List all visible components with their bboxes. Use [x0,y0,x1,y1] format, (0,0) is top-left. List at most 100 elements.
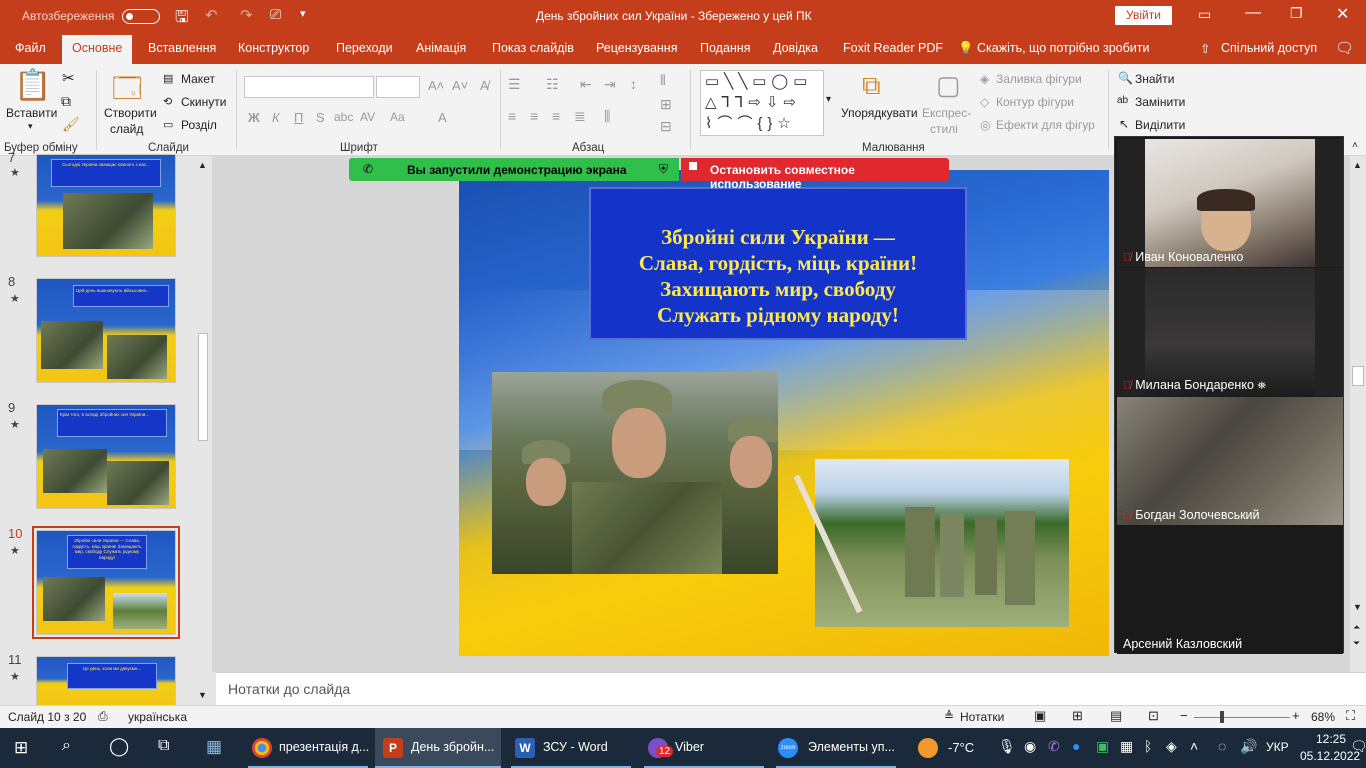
taskbar-powerpoint[interactable]: P День збройн... [375,728,501,768]
zoom-slider-thumb[interactable] [1220,711,1224,723]
paste-button[interactable]: Вставити [6,106,57,120]
weather-icon[interactable] [918,738,938,758]
slide-thumbnail-8[interactable]: Цей день вшановують військових... [36,278,176,383]
align-center-icon[interactable]: ≡ [530,108,538,124]
underline-icon[interactable]: П [294,110,303,125]
previous-slide-icon[interactable]: ⏶ [1353,622,1360,633]
autosave-toggle[interactable] [122,9,160,24]
shape-effects-button[interactable]: Ефекти для фігур [996,118,1095,132]
soldiers-photo[interactable] [492,372,778,574]
quick-styles-button-line2[interactable]: стилі [930,122,958,136]
tab-slideshow[interactable]: Показ слайдів [492,41,574,55]
participant-video[interactable]: 🎙̸ Иван Коноваленко [1117,139,1343,267]
scroll-down-icon[interactable]: ▼ [1353,602,1362,612]
calculator-icon[interactable]: ▦ [206,737,222,757]
taskbar-chrome[interactable]: презентація д... [244,728,372,768]
minimize-icon[interactable]: — [1245,4,1261,22]
next-slide-icon[interactable]: ⏷ [1353,638,1360,649]
comments-icon[interactable]: 🗨 [1335,39,1354,57]
normal-view-icon[interactable]: ▣ [1034,708,1046,724]
text-direction-icon[interactable]: ⫴ [660,72,666,89]
char-spacing-icon[interactable]: AV [360,110,375,124]
slide-thumbnail-9[interactable]: Крім того, в складі Збройних сил України… [36,404,176,509]
participant-video[interactable]: 🎙̸ Богдан Золочевський [1117,397,1343,525]
reading-view-icon[interactable]: ▤ [1110,708,1122,724]
taskbar-word[interactable]: W ЗСУ - Word [507,728,635,768]
increase-indent-icon[interactable]: ⇥ [604,76,616,93]
numbering-icon[interactable]: ☷ [546,76,559,93]
slide-thumbnail-7[interactable]: Сьогодні Україна захищає кожного з нас..… [36,154,176,257]
volume-icon[interactable]: 🔊 [1240,738,1257,755]
notes-pane[interactable]: Нотатки до слайда [216,672,1366,705]
slide-vertical-scrollbar[interactable]: ▲ ▼ ⏶ ⏷ [1350,156,1366,672]
reset-button[interactable]: Скинути [181,95,226,109]
stop-sharing-button[interactable]: Остановить совместное использование [681,158,949,191]
windows-start-icon[interactable]: ⊞ [14,738,28,758]
clock-time[interactable]: 12:25 [1316,732,1346,746]
tab-home[interactable]: Основне [62,35,133,64]
layout-button[interactable]: Макет [181,72,215,86]
tab-transitions[interactable]: Переходи [336,41,393,55]
participant-video[interactable]: Арсений Казловский [1117,526,1343,654]
zoom-slider[interactable] [1194,717,1290,718]
zoom-tray-icon[interactable]: ● [1072,738,1080,754]
scroll-thumb[interactable] [1352,366,1364,386]
show-hidden-icons[interactable]: ˄ [1190,738,1198,754]
shape-fill-button[interactable]: Заливка фігури [996,72,1082,86]
cortana-icon[interactable]: ◯ [109,736,129,757]
thumbnails-scroll-thumb[interactable] [198,333,208,441]
fit-to-window-icon[interactable]: ⛶ [1346,708,1355,724]
search-icon[interactable]: ⌕ [62,737,71,755]
taskbar-viber[interactable]: 12 Viber [640,728,768,768]
weather-temperature[interactable]: -7°C [948,740,974,755]
decrease-indent-icon[interactable]: ⇤ [580,76,592,93]
align-text-icon[interactable]: ⊞ [660,96,672,113]
officers-field-photo[interactable] [793,459,1069,627]
font-grow-icon[interactable]: A˄ [428,78,444,93]
paste-icon[interactable]: 📋 [14,68,51,103]
present-from-start-icon[interactable]: ⎚ [270,6,281,23]
viber-tray-icon[interactable]: ✆ [1048,738,1060,755]
font-size-input[interactable] [376,76,420,98]
tab-foxit[interactable]: Foxit Reader PDF [843,41,943,55]
zoom-level[interactable]: 68% [1311,710,1335,724]
change-case-icon[interactable]: Aa [390,110,405,124]
columns-icon[interactable]: ⫼ [604,108,610,125]
bullets-icon[interactable]: ☰ [508,76,521,93]
keyboard-language[interactable]: УКР [1266,740,1289,754]
line-spacing-icon[interactable]: ↕ [630,76,637,92]
camera-tray-icon[interactable]: ◉ [1024,738,1036,755]
select-button[interactable]: Виділити [1135,118,1185,132]
tab-insert[interactable]: Вставлення [148,41,216,55]
customize-toolbar-icon[interactable]: ▾ [300,7,306,20]
arrange-icon[interactable]: ⧉ [862,70,881,102]
arrange-button[interactable]: Упорядкувати [841,106,918,120]
quick-styles-button[interactable]: Експрес- [922,106,971,120]
justify-icon[interactable]: ≣ [574,108,586,125]
zoom-in-icon[interactable]: + [1292,708,1300,723]
sign-in-button[interactable]: Увійти [1115,6,1172,25]
tab-help[interactable]: Довідка [773,41,818,55]
taskbar-zoom[interactable]: zoom Элементы уп... [772,728,900,768]
shadow-icon[interactable]: S [316,110,325,125]
align-left-icon[interactable]: ≡ [508,108,516,124]
zoom-out-icon[interactable]: − [1180,708,1188,723]
quick-styles-icon[interactable]: ▢ [936,70,961,101]
tell-me-search[interactable]: Скажіть, що потрібно зробити [977,41,1150,55]
new-slide-button[interactable]: Створити [104,106,157,120]
notes-toggle-button[interactable]: Нотатки [960,710,1004,724]
align-right-icon[interactable]: ≡ [552,108,560,124]
shapes-more-icon[interactable]: ▾ [826,94,831,105]
slide-thumbnail-11[interactable]: Це день, коли ми дякуємо... [36,656,176,706]
language-indicator[interactable]: українська [128,710,187,724]
tab-file[interactable]: Файл [15,41,46,55]
cut-icon[interactable]: ✂ [62,69,75,87]
find-button[interactable]: Знайти [1135,72,1174,86]
redo-icon[interactable]: ↷ [240,6,253,24]
font-name-input[interactable] [244,76,374,98]
format-painter-icon[interactable]: 🖌 [62,116,80,133]
copy-icon[interactable]: ⧉ [61,93,71,110]
scroll-down-icon[interactable]: ▼ [198,690,207,700]
paste-dropdown-icon[interactable]: ▾ [28,121,33,132]
tab-design[interactable]: Конструктор [238,41,309,55]
